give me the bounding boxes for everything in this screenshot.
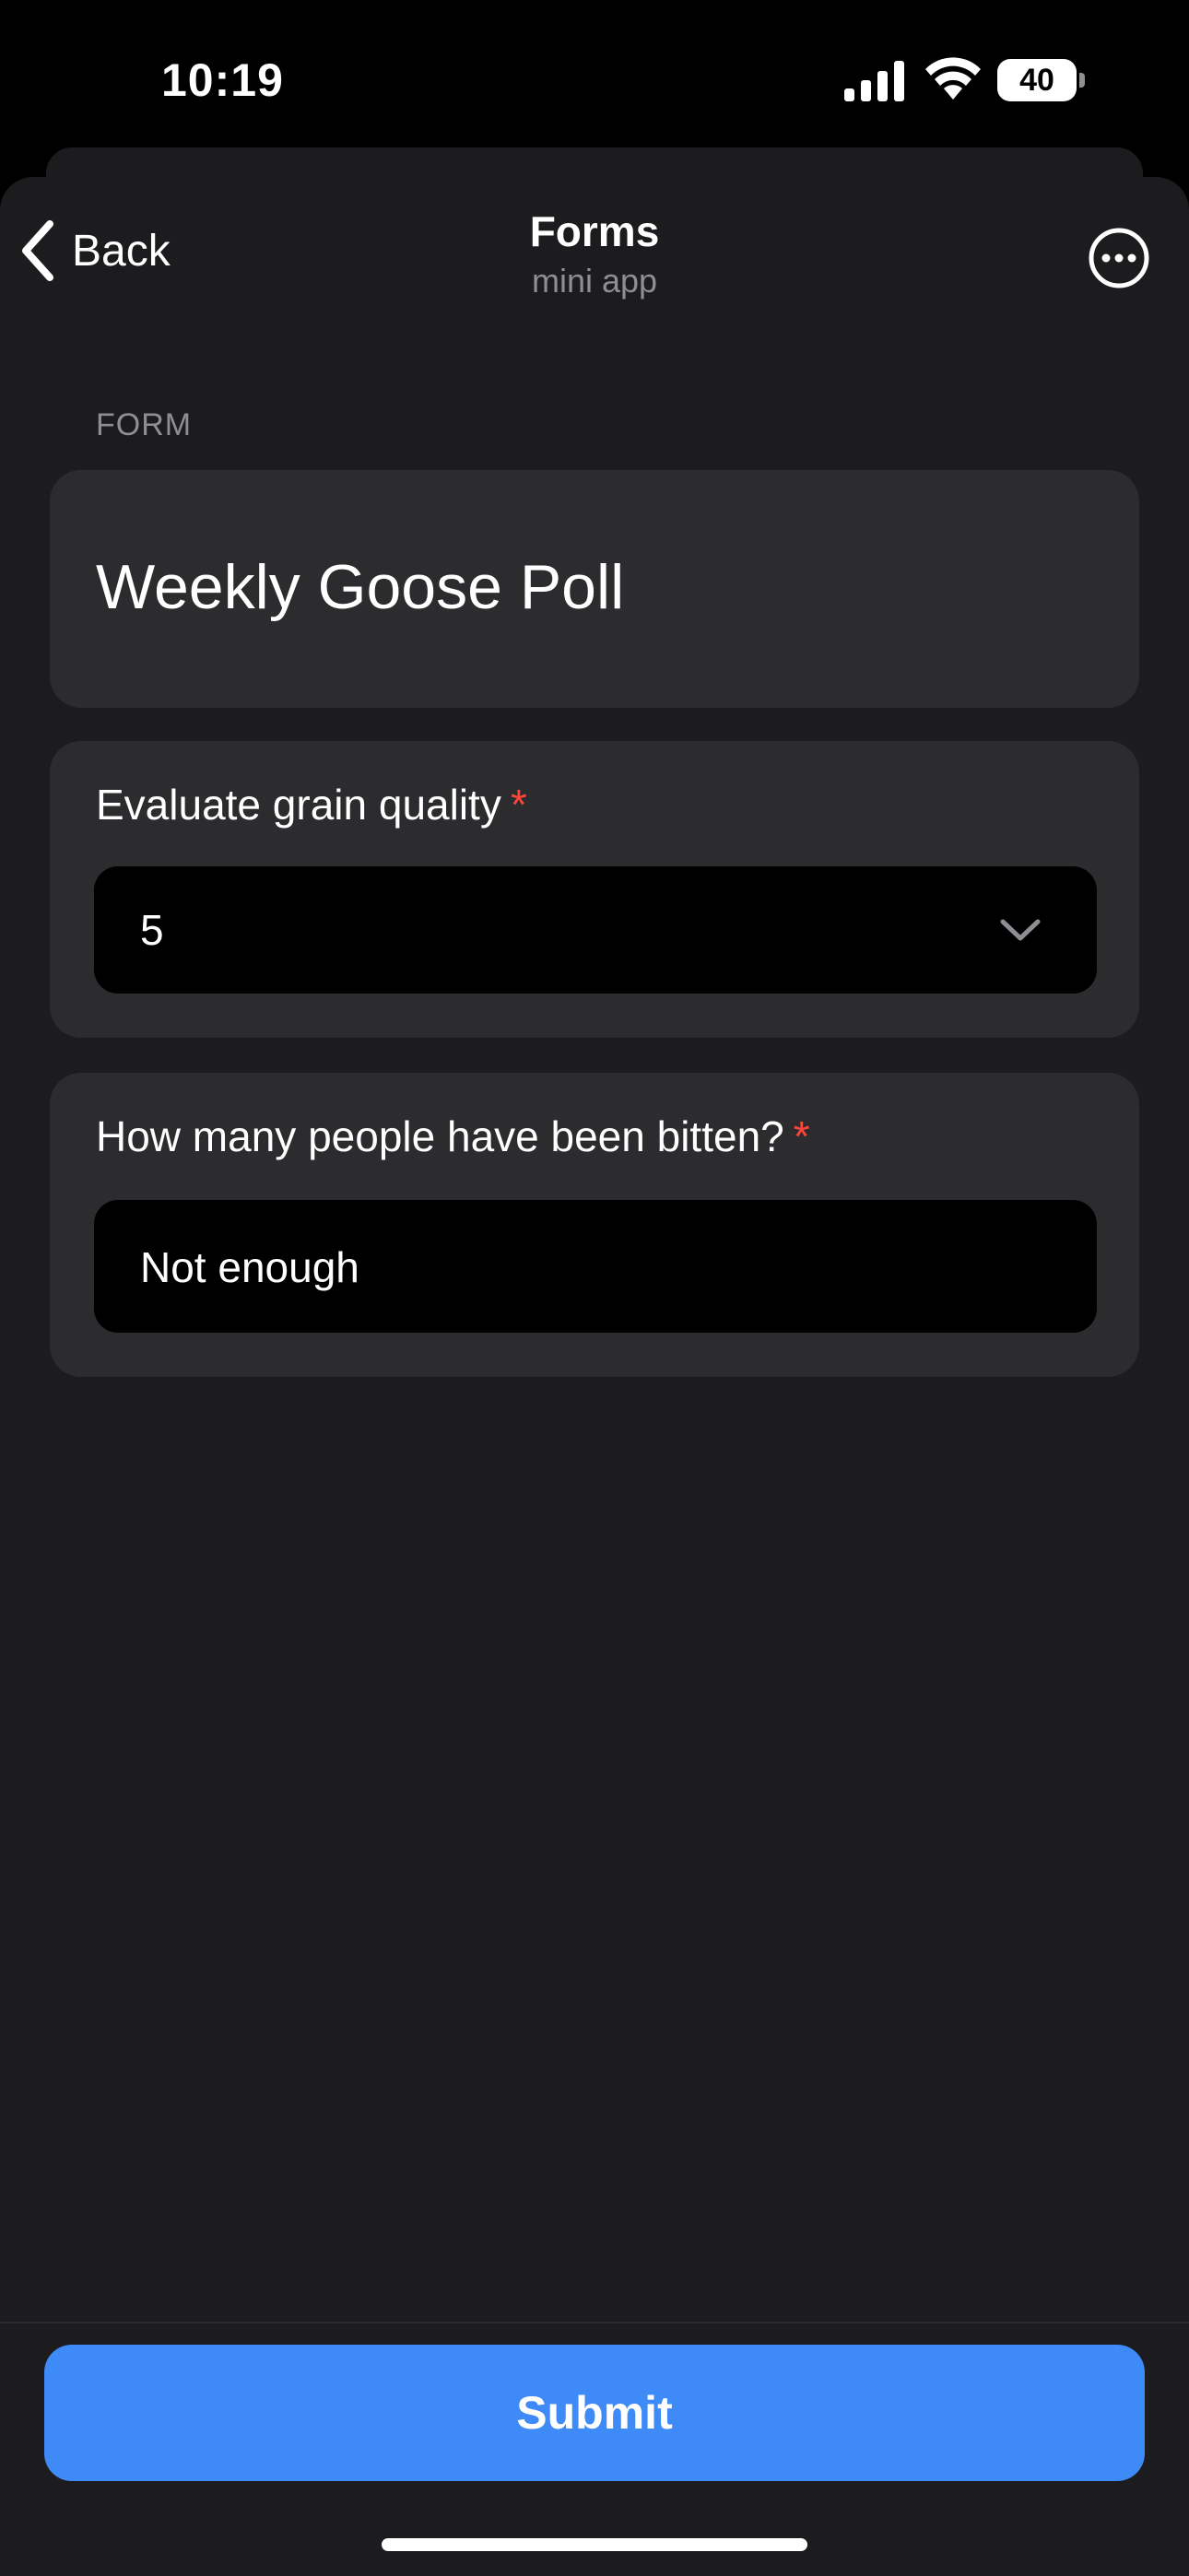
required-marker: * <box>793 1112 810 1160</box>
people-bitten-input[interactable]: Not enough <box>94 1200 1097 1333</box>
required-marker: * <box>510 781 527 829</box>
question-label: How many people have been bitten? * <box>96 1112 810 1161</box>
nav-subtitle: mini app <box>531 262 658 300</box>
grain-quality-select[interactable]: 5 <box>94 866 1097 994</box>
question-text: How many people have been bitten? <box>96 1112 784 1160</box>
battery-icon: 40 <box>997 59 1086 101</box>
phone-screen: 10:19 40 Back Forms mini app FORM Weekly… <box>0 0 1189 2576</box>
home-indicator[interactable] <box>382 2538 807 2551</box>
question-text: Evaluate grain quality <box>96 781 501 829</box>
battery-level: 40 <box>1019 63 1054 98</box>
submit-button[interactable]: Submit <box>44 2345 1145 2481</box>
question-label: Evaluate grain quality * <box>96 780 527 829</box>
status-time: 10:19 <box>161 54 284 106</box>
question-card: Evaluate grain quality * 5 <box>50 741 1139 1038</box>
chevron-down-icon <box>1000 919 1041 941</box>
input-value: Not enough <box>140 1243 359 1291</box>
mini-app-sheet: Back Forms mini app FORM Weekly Goose Po… <box>0 177 1189 2576</box>
section-label: FORM <box>96 407 193 442</box>
status-bar: 10:19 40 <box>0 0 1189 152</box>
submit-label: Submit <box>516 2387 673 2439</box>
navigation-bar: Back Forms mini app <box>0 177 1189 324</box>
signal-icon <box>844 61 904 101</box>
form-title: Weekly Goose Poll <box>96 552 625 622</box>
select-value: 5 <box>140 906 164 954</box>
bottom-divider <box>0 2322 1189 2323</box>
battery-cap <box>1079 73 1085 88</box>
more-options-icon[interactable] <box>1088 227 1150 289</box>
form-title-card: Weekly Goose Poll <box>50 470 1139 708</box>
question-card: How many people have been bitten? * Not e… <box>50 1073 1139 1377</box>
nav-title: Forms <box>529 207 660 255</box>
wifi-icon <box>925 57 981 100</box>
